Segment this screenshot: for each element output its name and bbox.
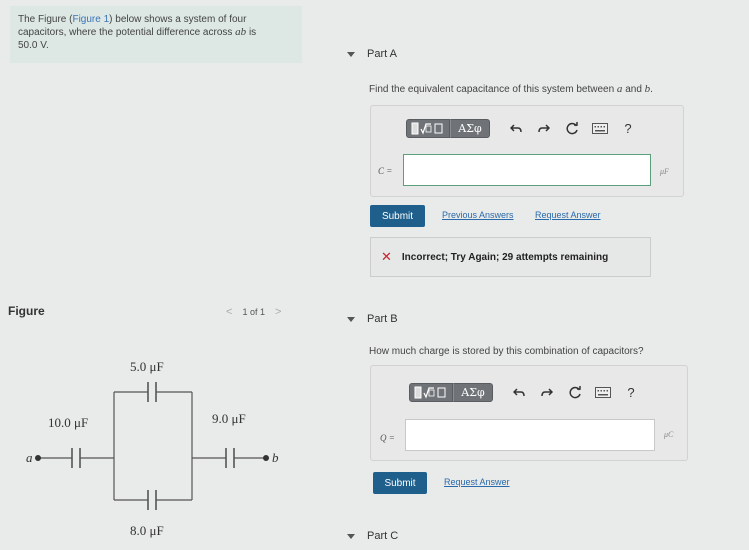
part-a-and: and <box>622 84 645 95</box>
charge-input[interactable] <box>405 419 655 451</box>
intro-is: is <box>246 27 257 38</box>
part-b-label: Part B <box>367 313 398 325</box>
incorrect-feedback: ✕ Incorrect; Try Again; 29 attempts rema… <box>370 237 651 277</box>
reset-icon[interactable] <box>564 121 580 137</box>
part-a-question: Find the equivalent capacitance of this … <box>369 83 653 95</box>
reset-icon[interactable] <box>567 385 583 401</box>
templates-icon <box>414 386 446 399</box>
capacitor-circuit-diagram: 5.0 μF 10.0 μF 9.0 μF 8.0 μF a b <box>26 359 279 538</box>
capacitance-input[interactable] <box>403 154 651 186</box>
greek-symbols-button[interactable]: ΑΣφ <box>453 383 493 402</box>
keyboard-icon[interactable] <box>592 121 608 137</box>
var-ab: ab <box>235 26 247 38</box>
greek-symbols-button[interactable]: ΑΣφ <box>450 119 490 138</box>
node-a-dot <box>35 455 41 461</box>
voltage-value: 50.0 <box>18 40 38 51</box>
next-figure-icon[interactable]: > <box>275 306 281 318</box>
part-b-eq-label: Q = <box>380 433 395 443</box>
part-c-header[interactable]: Part C <box>347 530 398 542</box>
node-a-label: a <box>26 450 33 465</box>
undo-icon[interactable] <box>508 121 524 137</box>
figure-label: Figure <box>8 304 45 318</box>
part-a-toolbar: ΑΣφ ? <box>406 119 636 138</box>
intro-period: . <box>46 40 49 51</box>
help-icon[interactable]: ? <box>620 121 636 137</box>
figure-page-indicator: 1 of 1 <box>242 307 265 317</box>
part-a-label: Part A <box>367 48 397 60</box>
cap-label-right: 9.0 μF <box>212 411 246 426</box>
undo-icon[interactable] <box>511 385 527 401</box>
collapse-triangle-icon <box>347 51 355 57</box>
collapse-triangle-icon <box>347 533 355 539</box>
figure-link[interactable]: Figure 1 <box>72 14 109 25</box>
templates-button[interactable] <box>406 119 450 138</box>
part-b-question: How much charge is stored by this combin… <box>369 346 644 357</box>
part-a-header[interactable]: Part A <box>347 48 397 60</box>
part-b-unit: μC <box>664 430 674 439</box>
keyboard-icon[interactable] <box>595 385 611 401</box>
cap-label-left: 10.0 μF <box>48 415 88 430</box>
intro-text: The Figure ( <box>18 14 73 25</box>
help-icon[interactable]: ? <box>623 385 639 401</box>
problem-statement: The Figure (Figure 1) below shows a syst… <box>10 6 302 63</box>
node-b-label: b <box>272 450 279 465</box>
part-b-header[interactable]: Part B <box>347 313 398 325</box>
node-b-dot <box>263 455 269 461</box>
redo-icon[interactable] <box>539 385 555 401</box>
part-a-question-text: Find the equivalent capacitance of this … <box>369 84 617 95</box>
part-a-submit-button[interactable]: Submit <box>370 205 425 227</box>
cap-label-top: 5.0 μF <box>130 359 164 374</box>
collapse-triangle-icon <box>347 316 355 322</box>
cap-label-bottom: 8.0 μF <box>130 523 164 538</box>
feedback-text: Incorrect; Try Again; 29 attempts remain… <box>401 251 609 263</box>
previous-answers-link[interactable]: Previous Answers <box>442 210 514 220</box>
part-a-unit: μF <box>660 167 669 176</box>
templates-button[interactable] <box>409 383 453 402</box>
error-x-icon: ✕ <box>381 249 392 264</box>
part-b-toolbar: ΑΣφ ? <box>409 383 639 402</box>
part-b-submit-button[interactable]: Submit <box>373 472 427 494</box>
part-b-request-answer-link[interactable]: Request Answer <box>444 477 510 487</box>
part-a-request-answer-link[interactable]: Request Answer <box>535 210 601 220</box>
part-c-label: Part C <box>367 530 399 542</box>
part-a-period: . <box>650 84 653 95</box>
prev-figure-icon[interactable]: < <box>226 306 232 318</box>
templates-icon <box>411 122 443 135</box>
part-a-eq-label: C = <box>378 166 393 176</box>
figure-pager: < 1 of 1 > <box>226 306 281 318</box>
redo-icon[interactable] <box>536 121 552 137</box>
